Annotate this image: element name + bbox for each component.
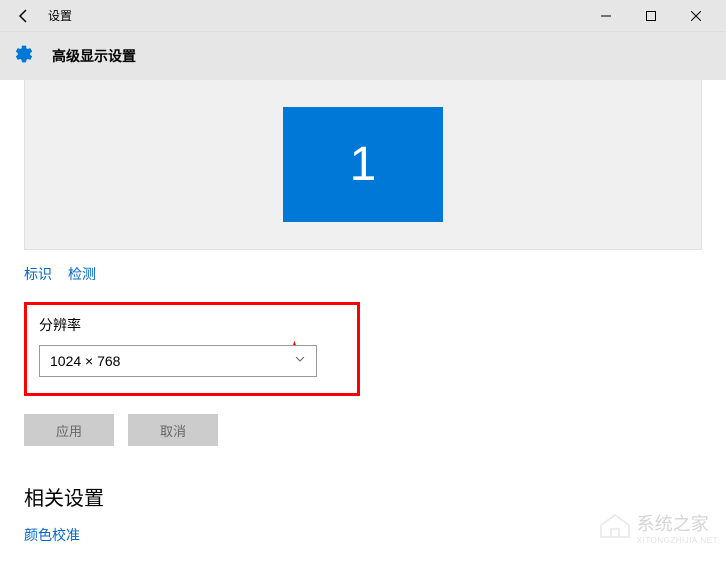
- close-icon: [691, 11, 701, 21]
- back-button[interactable]: [8, 0, 40, 32]
- page-header: 高级显示设置: [0, 32, 726, 80]
- monitor-number: 1: [350, 137, 377, 192]
- resolution-label: 分辨率: [39, 315, 345, 335]
- close-button[interactable]: [673, 0, 718, 32]
- related-settings-heading: 相关设置: [24, 482, 702, 511]
- resolution-value: 1024 × 768: [50, 353, 120, 369]
- identify-link[interactable]: 标识: [24, 264, 52, 284]
- resolution-highlight: ➤ 分辨率 1024 × 768: [24, 302, 360, 396]
- house-icon: [597, 511, 633, 544]
- window-title: 设置: [48, 7, 72, 24]
- page-title: 高级显示设置: [52, 46, 136, 66]
- watermark-text: 系统之家: [637, 514, 709, 534]
- maximize-icon: [646, 11, 656, 21]
- display-links: 标识 检测: [24, 264, 702, 284]
- arrow-left-icon: [16, 8, 32, 24]
- minimize-icon: [601, 11, 611, 21]
- chevron-down-icon: [294, 352, 306, 370]
- monitor-1[interactable]: 1: [283, 107, 443, 222]
- maximize-button[interactable]: [628, 0, 673, 32]
- cancel-button[interactable]: 取消: [128, 414, 218, 446]
- titlebar: 设置: [0, 0, 726, 32]
- window-controls: [583, 0, 718, 32]
- content-area: 1 标识 检测 ➤ 分辨率 1024 × 768 应用 取消 相关设置 颜色校准: [0, 80, 726, 569]
- apply-button[interactable]: 应用: [24, 414, 114, 446]
- resolution-dropdown[interactable]: 1024 × 768: [39, 345, 317, 377]
- watermark-subtext: XITONGZHIJIA.NET: [637, 536, 718, 545]
- gear-icon: [14, 44, 34, 69]
- detect-link[interactable]: 检测: [68, 264, 96, 284]
- watermark: 系统之家 XITONGZHIJIA.NET: [597, 510, 718, 545]
- minimize-button[interactable]: [583, 0, 628, 32]
- display-preview: 1: [24, 80, 702, 250]
- action-buttons: 应用 取消: [24, 414, 702, 446]
